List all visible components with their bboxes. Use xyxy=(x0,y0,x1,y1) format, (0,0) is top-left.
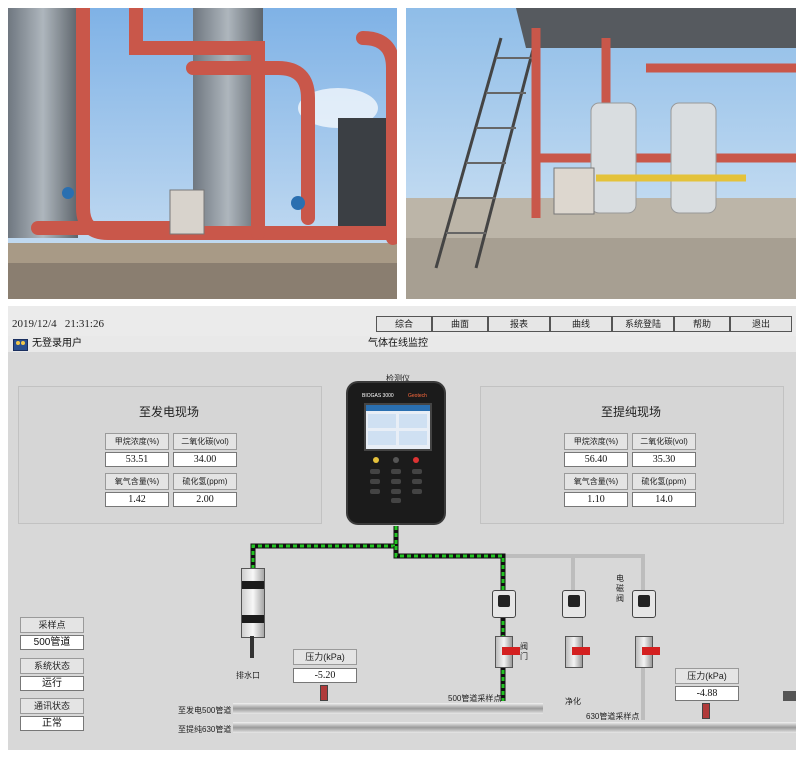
manual-valve-3[interactable] xyxy=(635,636,660,668)
pipe-500-label: 至发电500管道 xyxy=(178,706,232,715)
manual-valve-1[interactable] xyxy=(495,636,520,668)
sampling-point-label: 采样点 xyxy=(20,617,84,633)
pressure-right-value: -4.88 xyxy=(675,686,739,701)
pressure-right-label: 压力(kPa) xyxy=(675,668,739,684)
system-status-value: 运行 xyxy=(20,676,84,691)
solenoid-valve-3[interactable] xyxy=(632,590,656,618)
solenoid-label: 电 磁 阀 xyxy=(616,574,624,603)
site-photo-left xyxy=(8,8,397,299)
comm-status-label: 通讯状态 xyxy=(20,698,84,714)
drain-label: 排水口 xyxy=(236,671,260,680)
filter-cylinder xyxy=(241,568,265,638)
hmi-screen: ≡ ⌄ 2019/12/4 21:31:26 综合 曲面 报表 曲线 系统登陆 … xyxy=(8,306,796,750)
valve-label: 阀 门 xyxy=(520,642,528,661)
pressure-left-label: 压力(kPa) xyxy=(293,649,357,665)
manual-valve-2[interactable] xyxy=(565,636,590,668)
pipe-630-label: 至提纯630管道 xyxy=(178,725,232,734)
solenoid-valve-2[interactable] xyxy=(562,590,586,618)
sample-500-label: 500管道采样点 xyxy=(448,694,502,703)
purify-label: 净化 xyxy=(565,697,581,706)
pressure-gauge-left-icon xyxy=(320,685,328,701)
sampling-point-value: 500管道 xyxy=(20,635,84,650)
site-photo-right xyxy=(406,8,796,299)
comm-status-value: 正常 xyxy=(20,716,84,731)
system-status-label: 系统状态 xyxy=(20,658,84,674)
solenoid-valve-1[interactable] xyxy=(492,590,516,618)
pressure-left-value: -5.20 xyxy=(293,668,357,683)
drain-pipe xyxy=(250,636,254,658)
sample-630-label: 630管道采样点 xyxy=(586,712,640,721)
pressure-gauge-right-icon xyxy=(702,703,710,719)
